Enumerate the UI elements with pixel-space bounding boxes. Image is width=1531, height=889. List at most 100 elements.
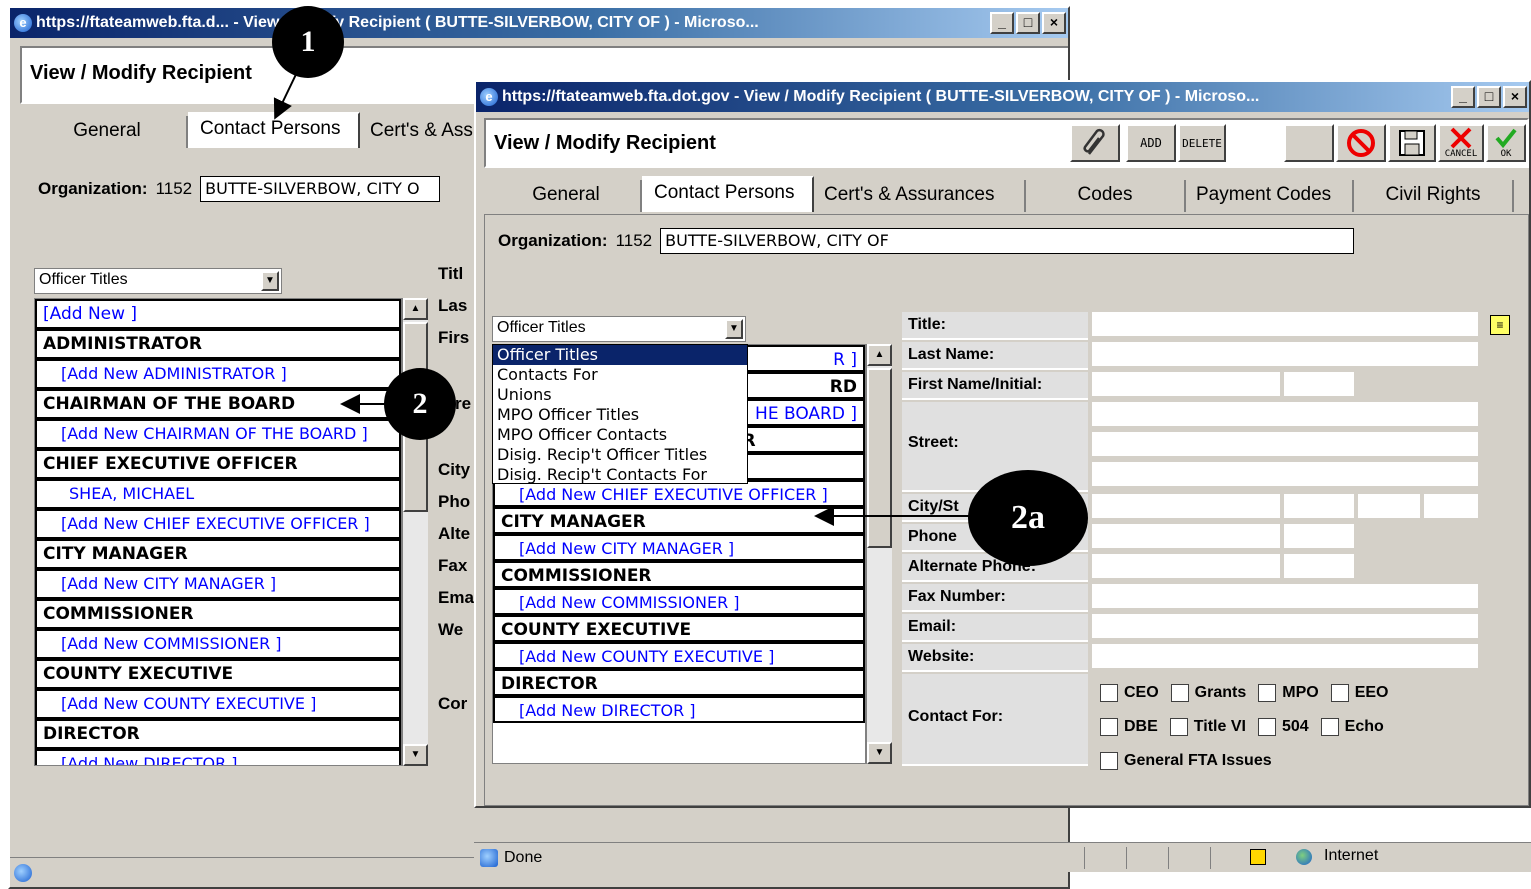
tab-civil-rights[interactable]: Civil Rights — [1354, 180, 1514, 212]
add-new-link[interactable]: [Add New ADMINISTRATOR ] — [35, 359, 401, 389]
dropdown-option[interactable]: Unions — [493, 385, 747, 405]
street-line-1-input[interactable] — [1092, 402, 1478, 428]
tab-general[interactable]: General — [492, 180, 642, 212]
dropdown-option[interactable]: MPO Officer Contacts — [493, 425, 747, 445]
organization-name[interactable]: BUTTE-SILVERBOW, CITY O — [200, 176, 441, 202]
contact-for-checkbox[interactable]: Echo — [1320, 712, 1384, 742]
street-line-2-input[interactable] — [1092, 432, 1478, 458]
save-button[interactable] — [1388, 124, 1436, 162]
add-new-link[interactable]: [Add New COUNTY EXECUTIVE ] — [493, 642, 865, 669]
add-new-link[interactable]: [Add New COUNTY EXECUTIVE ] — [35, 689, 401, 719]
select-value: Officer Titles — [497, 319, 586, 336]
cancel-button[interactable]: CANCEL — [1438, 124, 1484, 162]
contact-person-row[interactable]: SHEA, MICHAEL — [35, 479, 401, 509]
ok-button[interactable]: OK — [1486, 124, 1526, 162]
dropdown-option[interactable]: Disig. Recip't Contacts For — [493, 465, 747, 485]
maximize-button[interactable]: □ — [1477, 86, 1501, 108]
city-input[interactable] — [1092, 494, 1280, 520]
close-button[interactable]: × — [1503, 86, 1527, 108]
contact-for-checkbox[interactable]: Grants — [1170, 678, 1246, 708]
checkbox-box[interactable] — [1100, 684, 1118, 702]
add-new-link[interactable]: [Add New CITY MANAGER ] — [493, 534, 865, 561]
organization-label: Organization: — [38, 179, 148, 198]
front-window-titlebar[interactable]: e https://ftateamweb.fta.dot.gov - View … — [476, 82, 1529, 112]
maximize-button[interactable]: □ — [1016, 12, 1040, 34]
dropdown-option[interactable]: Contacts For — [493, 365, 747, 385]
contact-for-checkbox[interactable]: CEO — [1100, 678, 1159, 708]
contact-for-checkbox[interactable]: MPO — [1258, 678, 1319, 708]
dropdown-option[interactable]: Disig. Recip't Officer Titles — [493, 445, 747, 465]
minimize-button[interactable]: _ — [1451, 86, 1475, 108]
email-input[interactable] — [1092, 614, 1478, 640]
zip4-input[interactable] — [1424, 494, 1478, 520]
minimize-button[interactable]: _ — [990, 12, 1014, 34]
chevron-down-icon[interactable]: ▼ — [261, 271, 279, 291]
add-new-link[interactable]: [Add New CHAIRMAN OF THE BOARD ] — [35, 419, 401, 449]
add-new-link[interactable]: [Add New COMMISSIONER ] — [493, 588, 865, 615]
attach-button[interactable] — [1070, 124, 1120, 162]
alt-phone-ext-input[interactable] — [1284, 554, 1354, 580]
tab-certs-assurances[interactable]: Cert's & Assurances — [814, 180, 1026, 212]
checkbox-box[interactable] — [1100, 718, 1118, 736]
checkbox-box[interactable] — [1169, 718, 1188, 736]
scroll-thumb[interactable] — [867, 368, 892, 548]
add-new-link[interactable]: [Add New CITY MANAGER ] — [35, 569, 401, 599]
add-new-link[interactable]: [Add New DIRECTOR ] — [35, 749, 401, 765]
organization-name[interactable]: BUTTE-SILVERBOW, CITY OF — [660, 228, 1355, 254]
tab-contact-persons[interactable]: Contact Persons — [642, 176, 814, 212]
contact-for-checkbox[interactable]: EEO — [1330, 678, 1389, 708]
checkbox-label: Title VI — [1193, 718, 1246, 735]
no-entry-button[interactable] — [1336, 124, 1386, 162]
add-button[interactable]: ADD — [1126, 124, 1176, 162]
alt-phone-input[interactable] — [1092, 554, 1280, 580]
scroll-up-icon[interactable]: ▲ — [403, 298, 428, 320]
contact-for-checkbox[interactable]: General FTA Issues — [1100, 746, 1272, 776]
scroll-down-icon[interactable]: ▼ — [867, 742, 892, 764]
website-input[interactable] — [1092, 644, 1478, 670]
checkbox-box[interactable] — [1170, 684, 1189, 702]
tab-general[interactable]: General — [28, 116, 188, 148]
checkbox-box[interactable] — [1258, 684, 1277, 702]
close-button[interactable]: × — [1042, 12, 1066, 34]
add-new-link[interactable]: [Add New CHIEF EXECUTIVE OFFICER ] — [35, 509, 401, 539]
street-line-3-input[interactable] — [1092, 462, 1478, 488]
tab-codes[interactable]: Codes — [1026, 180, 1186, 212]
phone-input[interactable] — [1092, 524, 1280, 550]
checkbox-box[interactable] — [1330, 684, 1349, 702]
front-tabs: General Contact Persons Cert's & Assuran… — [492, 176, 1514, 216]
front-list-scrollbar[interactable]: ▲ ▼ — [866, 344, 892, 764]
middle-initial-input[interactable] — [1284, 372, 1354, 398]
back-window-titlebar[interactable]: e https://ftateamweb.fta.d... - View / M… — [10, 8, 1068, 38]
contact-for-checkbox[interactable]: Title VI — [1169, 712, 1246, 742]
chevron-down-icon[interactable]: ▼ — [725, 319, 743, 339]
tab-payment-codes[interactable]: Payment Codes — [1186, 180, 1354, 212]
add-new-link[interactable]: [Add New ] — [35, 299, 401, 329]
front-officer-select[interactable]: Officer Titles ▼ — [492, 316, 746, 342]
tab-contact-persons[interactable]: Contact Persons — [188, 112, 360, 148]
blank-button[interactable] — [1284, 124, 1334, 162]
delete-button[interactable]: DELETE — [1178, 124, 1226, 162]
scroll-down-icon[interactable]: ▼ — [403, 744, 428, 766]
dropdown-option[interactable]: MPO Officer Titles — [493, 405, 747, 425]
last-name-input[interactable] — [1092, 342, 1478, 368]
zip-input[interactable] — [1358, 494, 1420, 520]
checkbox-box[interactable] — [1100, 752, 1118, 770]
fax-input[interactable] — [1092, 584, 1478, 610]
list-icon[interactable]: ≡ — [1490, 315, 1510, 335]
phone-ext-input[interactable] — [1284, 524, 1354, 550]
add-new-link[interactable]: [Add New COMMISSIONER ] — [35, 629, 401, 659]
globe-icon — [1296, 849, 1312, 865]
first-name-input[interactable] — [1092, 372, 1280, 398]
checkbox-box[interactable] — [1257, 718, 1276, 736]
checkbox-box[interactable] — [1320, 718, 1339, 736]
title-input[interactable] — [1092, 312, 1478, 338]
state-input[interactable] — [1284, 494, 1354, 520]
back-officer-select[interactable]: Officer Titles ▼ — [34, 268, 282, 294]
contact-for-checkbox[interactable]: DBE — [1100, 712, 1158, 742]
add-new-link[interactable]: [Add New DIRECTOR ] — [493, 696, 865, 723]
scroll-up-icon[interactable]: ▲ — [867, 344, 892, 366]
officer-title-row: CHAIRMAN OF THE BOARD — [35, 389, 401, 419]
callout-2: 2 — [384, 368, 456, 440]
dropdown-option[interactable]: Officer Titles — [493, 345, 747, 365]
contact-for-checkbox[interactable]: 504 — [1257, 712, 1309, 742]
